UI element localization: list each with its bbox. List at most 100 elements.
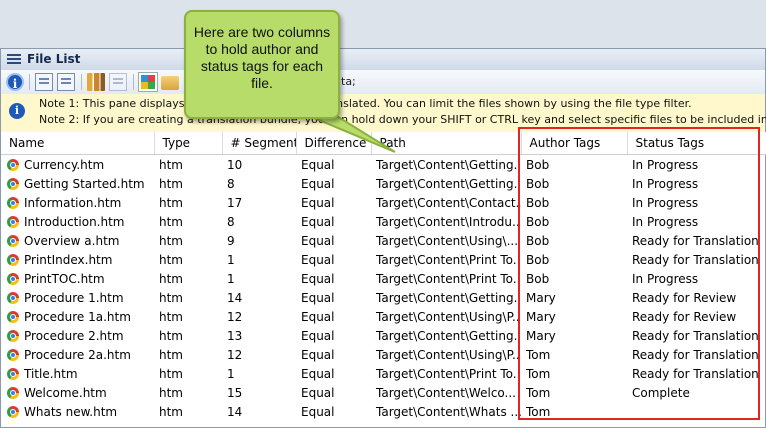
path-cell: Target\Content\Using\P... bbox=[371, 345, 521, 364]
table-row[interactable]: Whats new.htm htm 14 Equal Target\Content\Wh… bbox=[1, 402, 766, 421]
file-name-cell: Information.htm bbox=[1, 193, 154, 212]
table-row[interactable]: Procedure 1.htm htm 14 Equal Target\Content\… bbox=[1, 288, 766, 307]
author-tag-cell-text: Tom bbox=[526, 385, 551, 400]
difference-cell-text: Equal bbox=[301, 404, 335, 419]
column-header-author-tags[interactable]: Author Tags bbox=[521, 132, 628, 155]
table-row[interactable]: Getting Started.htm htm 8 Equal Target\Conte… bbox=[1, 174, 766, 193]
segments-cell-text: 1 bbox=[227, 252, 235, 267]
table-row[interactable]: Procedure 1a.htm htm 12 Equal Target\Content… bbox=[1, 307, 766, 326]
type-cell-text: htm bbox=[159, 233, 183, 248]
column-header-status-tags[interactable]: Status Tags bbox=[627, 132, 766, 155]
segments-cell-text: 9 bbox=[227, 233, 235, 248]
info-icon: i bbox=[9, 103, 25, 119]
type-cell: htm bbox=[154, 231, 222, 250]
edit-document-icon[interactable] bbox=[35, 73, 53, 91]
status-tag-cell: Ready for Translation bbox=[627, 364, 766, 383]
segments-cell-text: 12 bbox=[227, 347, 243, 362]
table-row[interactable]: Welcome.htm htm 15 Equal Target\Content\Welc… bbox=[1, 383, 766, 402]
file-name-cell-text: Introduction.htm bbox=[24, 214, 125, 229]
type-cell-text: htm bbox=[159, 252, 183, 267]
difference-cell: Equal bbox=[296, 212, 371, 231]
toolbar-partial-text: ta; bbox=[341, 75, 356, 88]
path-cell: Target\Content\Print To... bbox=[371, 250, 521, 269]
type-cell-text: htm bbox=[159, 157, 183, 172]
table-row[interactable]: Overview a.htm htm 9 Equal Target\Content\Us… bbox=[1, 231, 766, 250]
difference-cell: Equal bbox=[296, 402, 371, 421]
file-name-cell-text: PrintTOC.htm bbox=[24, 271, 105, 286]
grid-icon[interactable] bbox=[138, 72, 158, 92]
table-row[interactable]: PrintTOC.htm htm 1 Equal Target\Content\Prin… bbox=[1, 269, 766, 288]
path-cell: Target\Content\Using\... bbox=[371, 231, 521, 250]
difference-cell: Equal bbox=[296, 288, 371, 307]
file-name-cell: Procedure 1a.htm bbox=[1, 307, 154, 326]
segments-cell: 9 bbox=[222, 231, 296, 250]
segments-cell: 1 bbox=[222, 269, 296, 288]
books-icon[interactable] bbox=[87, 73, 105, 91]
file-name-cell: Overview a.htm bbox=[1, 231, 154, 250]
difference-cell: Equal bbox=[296, 155, 371, 175]
table-row[interactable]: Information.htm htm 17 Equal Target\Content\… bbox=[1, 193, 766, 212]
column-header-path[interactable]: Path bbox=[371, 132, 522, 155]
segments-cell-text: 10 bbox=[227, 157, 243, 172]
type-cell-text: htm bbox=[159, 404, 183, 419]
file-name-cell: PrintTOC.htm bbox=[1, 269, 154, 288]
column-header-type[interactable]: Type bbox=[154, 132, 223, 155]
status-tag-cell-text: In Progress bbox=[632, 157, 699, 172]
status-tag-cell-text: Complete bbox=[632, 385, 690, 400]
segments-cell-text: 1 bbox=[227, 271, 235, 286]
path-cell: Target\Content\Welco... bbox=[371, 383, 521, 402]
status-tag-cell: In Progress bbox=[627, 212, 766, 231]
type-cell-text: htm bbox=[159, 347, 183, 362]
status-tag-cell-text: Ready for Translation bbox=[632, 233, 759, 248]
segments-cell-text: 1 bbox=[227, 366, 235, 381]
type-cell: htm bbox=[154, 364, 222, 383]
status-tag-cell-text: In Progress bbox=[632, 214, 699, 229]
notes-banner: i Note 1: This pane displays a translate… bbox=[1, 94, 766, 133]
author-tag-cell-text: Bob bbox=[526, 233, 550, 248]
column-header-difference[interactable]: Difference bbox=[296, 132, 372, 155]
author-tag-cell: Bob bbox=[521, 250, 627, 269]
segments-cell: 8 bbox=[222, 174, 296, 193]
segments-cell-text: 8 bbox=[227, 176, 235, 191]
path-cell-text: Target\Content\Print To... bbox=[376, 366, 521, 381]
browser-file-icon bbox=[7, 234, 19, 247]
table-row[interactable]: Title.htm htm 1 Equal Target\Content\Print T… bbox=[1, 364, 766, 383]
path-cell-text: Target\Content\Whats ... bbox=[376, 404, 521, 419]
status-tag-cell: Ready for Translation bbox=[627, 231, 766, 250]
menu-icon[interactable] bbox=[7, 54, 21, 65]
path-cell: Target\Content\Introdu... bbox=[371, 212, 521, 231]
pane-titlebar: File List bbox=[1, 49, 765, 71]
search-document-icon[interactable] bbox=[57, 73, 75, 91]
path-cell-text: Target\Content\Contact... bbox=[376, 195, 521, 210]
copy-icon[interactable] bbox=[109, 73, 127, 91]
path-cell-text: Target\Content\Using\... bbox=[376, 233, 519, 248]
segments-cell: 14 bbox=[222, 288, 296, 307]
segments-cell: 17 bbox=[222, 193, 296, 212]
author-tag-cell: Bob bbox=[521, 269, 627, 288]
status-tag-cell-text: Ready for Review bbox=[632, 290, 737, 305]
difference-cell-text: Equal bbox=[301, 252, 335, 267]
table-row[interactable]: Procedure 2.htm htm 13 Equal Target\Content\… bbox=[1, 326, 766, 345]
file-name-cell-text: Procedure 2a.htm bbox=[24, 347, 131, 362]
difference-cell: Equal bbox=[296, 269, 371, 288]
status-tag-cell-text: Ready for Translation bbox=[632, 366, 759, 381]
file-name-cell-text: Information.htm bbox=[24, 195, 122, 210]
column-header-segments[interactable]: # Segments bbox=[222, 132, 297, 155]
status-tag-cell-text: In Progress bbox=[632, 271, 699, 286]
path-cell: Target\Content\Contact... bbox=[371, 193, 521, 212]
file-name-cell-text: Getting Started.htm bbox=[24, 176, 145, 191]
table-row[interactable]: Procedure 2a.htm htm 12 Equal Target\Content… bbox=[1, 345, 766, 364]
column-header-name[interactable]: Name bbox=[1, 132, 155, 155]
table-row[interactable]: PrintIndex.htm htm 1 Equal Target\Content\Pr… bbox=[1, 250, 766, 269]
table-row[interactable]: Introduction.htm htm 8 Equal Target\Content\… bbox=[1, 212, 766, 231]
type-cell-text: htm bbox=[159, 328, 183, 343]
difference-cell: Equal bbox=[296, 383, 371, 402]
file-name-cell: Whats new.htm bbox=[1, 402, 154, 421]
table-row[interactable]: Currency.htm htm 10 Equal Target\Content\Get… bbox=[1, 155, 766, 175]
info-icon[interactable]: i bbox=[6, 73, 24, 91]
difference-cell-text: Equal bbox=[301, 271, 335, 286]
path-cell-text: Target\Content\Getting... bbox=[376, 157, 521, 172]
folder-icon[interactable] bbox=[161, 76, 179, 90]
file-table: Name Type # Segments Difference Path Aut… bbox=[1, 132, 766, 421]
author-tag-cell-text: Bob bbox=[526, 252, 550, 267]
